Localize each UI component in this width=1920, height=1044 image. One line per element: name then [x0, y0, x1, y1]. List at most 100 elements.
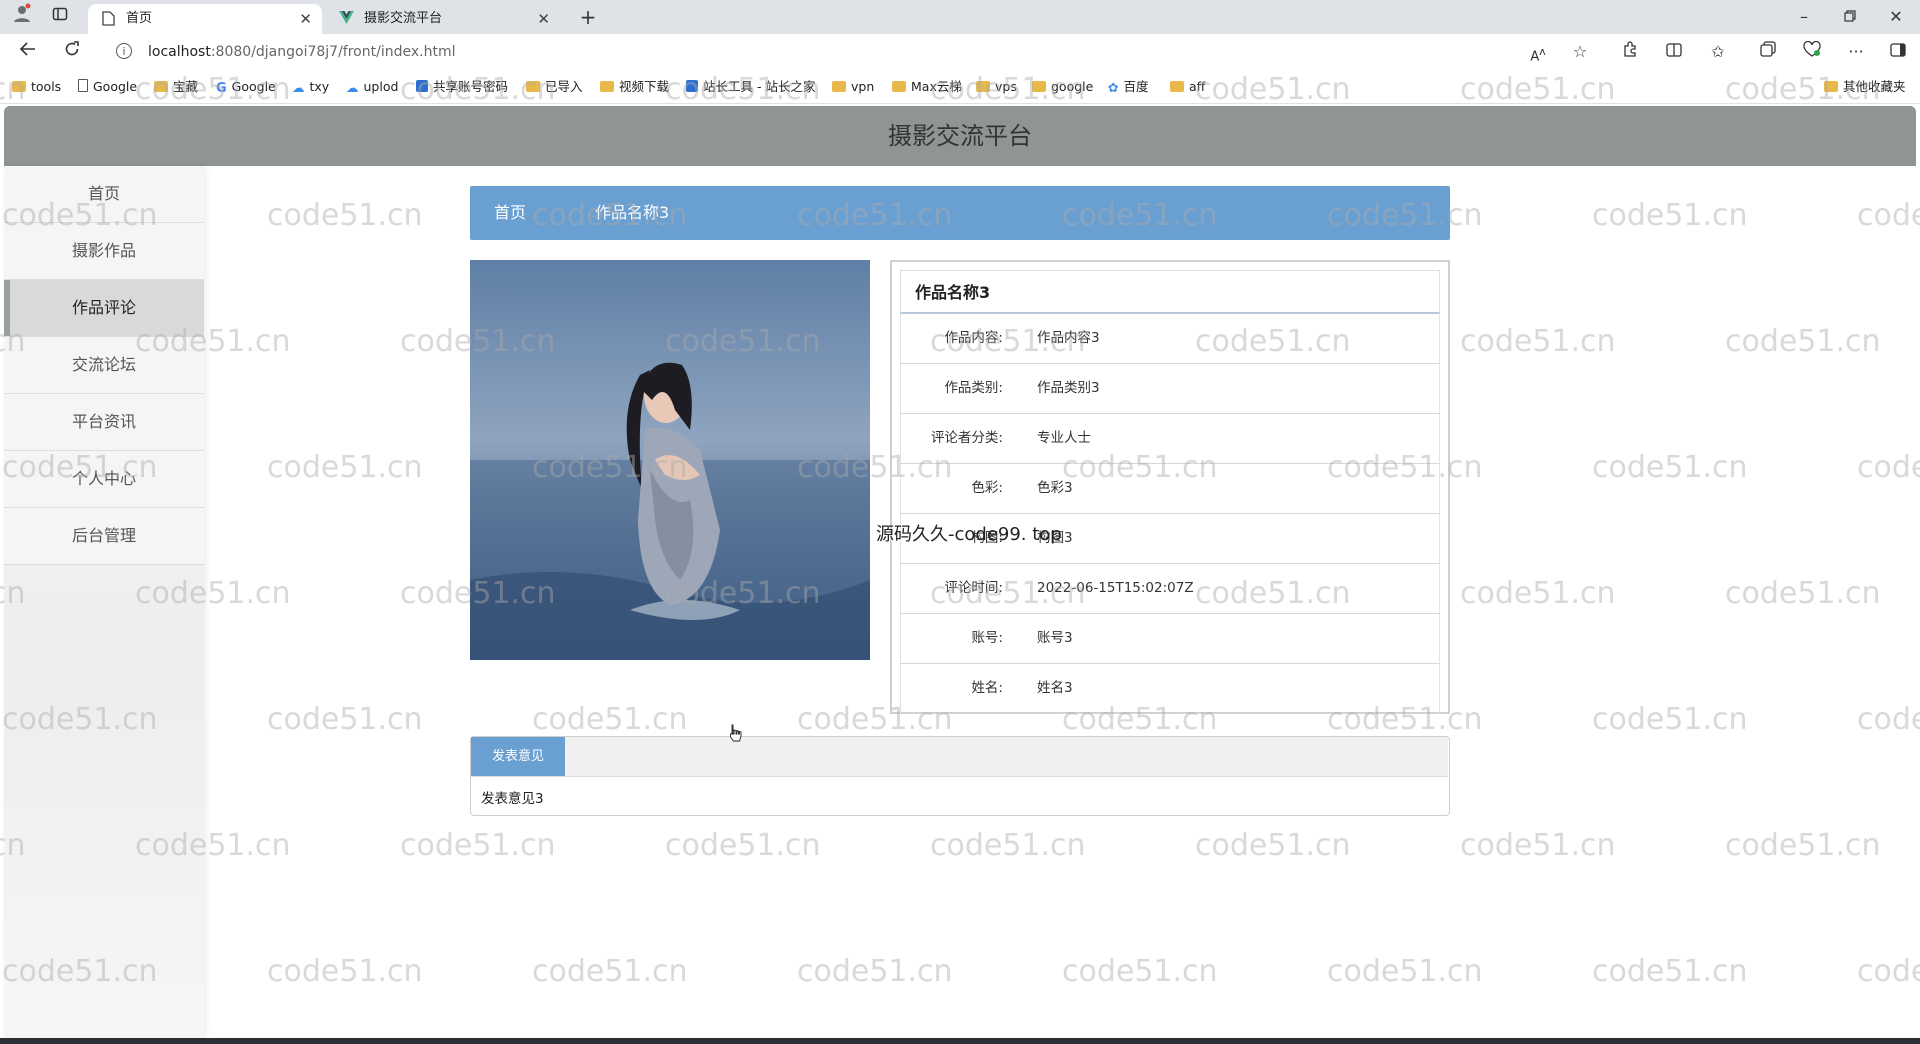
bookmark-baidu[interactable]: ✿ 百度 [1108, 70, 1149, 104]
collections-icon[interactable] [1754, 38, 1782, 66]
watermark-text: code51.cn [1857, 702, 1920, 737]
detail-value: 账号3 [1037, 630, 1073, 646]
work-detail-panel: 作品名称3 作品内容: 作品内容3 作品类别: 作品类别3 评论者分类: 专业人士 色… [890, 260, 1450, 714]
bookmark-max-ladder[interactable]: Max云梯 [892, 70, 962, 104]
close-tab-icon[interactable]: ✕ [299, 4, 312, 34]
vue-icon [338, 11, 354, 27]
sidebar-item-personal-center[interactable]: 个人中心 [4, 451, 204, 508]
cloud-icon: ☁ [292, 80, 305, 95]
bookmark-aff[interactable]: aff [1170, 70, 1205, 104]
favorite-star-icon[interactable]: ☆ [1566, 38, 1594, 66]
folder-icon [976, 81, 990, 92]
sidebar-item-work-comments[interactable]: 作品评论 [4, 280, 204, 337]
watermark-text: code51.cn [1592, 954, 1748, 989]
app-icon [416, 80, 428, 92]
bookmark-other-favorites[interactable]: 其他收藏夹 [1824, 70, 1906, 104]
close-tab-icon[interactable]: ✕ [537, 4, 550, 34]
watermark-text: code51.cn [267, 954, 423, 989]
split-screen-icon[interactable] [1660, 38, 1688, 66]
folder-icon [1824, 81, 1838, 92]
minimize-icon[interactable]: – [1790, 3, 1818, 31]
bookmark-webmaster-tools[interactable]: 站长工具 - 站长之家 [686, 70, 815, 104]
overlay-watermark-text: 源码久久-code99. top [876, 524, 1062, 545]
bookmark-imported[interactable]: 已导入 [526, 70, 583, 104]
bookmark-google-page[interactable]: Google [78, 70, 137, 104]
back-icon[interactable] [14, 38, 42, 66]
detail-label: 评论时间: [944, 580, 1003, 596]
breadcrumb-home-link[interactable]: 首页 [494, 186, 526, 240]
detail-row: 色彩: 色彩3 [900, 464, 1440, 514]
folder-icon [1170, 81, 1184, 92]
bookmark-vps[interactable]: vps [976, 70, 1017, 104]
new-tab-icon[interactable]: + [574, 3, 602, 31]
detail-value: 作品内容3 [1037, 330, 1100, 346]
extensions-icon[interactable] [1616, 38, 1644, 66]
comment-text: 发表意见3 [481, 791, 544, 807]
bookmark-shared-accounts[interactable]: 共享账号密码 [416, 70, 508, 104]
comment-panel: 发表意见 发表意见3 [470, 736, 1450, 816]
sidebar-toggle-icon[interactable] [1884, 38, 1912, 66]
bookmark-google[interactable]: G Google [216, 70, 276, 104]
bookmark-video-download[interactable]: 视频下载 [600, 70, 669, 104]
site-header: 摄影交流平台 [4, 106, 1916, 166]
browser-essentials-icon[interactable] [1798, 38, 1826, 66]
tab-comment[interactable]: 发表意见 [471, 737, 565, 776]
watermark-text: code51.cn [1857, 198, 1920, 233]
sidebar-item-admin[interactable]: 后台管理 [4, 508, 204, 565]
sidebar-item-home[interactable]: 首页 [4, 166, 204, 223]
watermark-text: code51.cn [1725, 576, 1881, 611]
bookmark-vpn[interactable]: vpn [832, 70, 874, 104]
restore-icon[interactable] [1836, 3, 1864, 31]
detail-label: 作品类别: [944, 380, 1003, 396]
read-aloud-icon[interactable]: Aʌ [1524, 38, 1552, 66]
watermark-text: code51.cn [267, 450, 423, 485]
favorites-icon[interactable]: ✩ [1704, 38, 1732, 66]
close-window-icon[interactable]: ✕ [1882, 3, 1910, 31]
reload-icon[interactable] [58, 38, 86, 66]
baidu-icon: ✿ [1108, 80, 1119, 95]
tab-label: 摄影交流平台 [364, 11, 443, 26]
folder-icon [832, 81, 846, 92]
detail-value: 专业人士 [1037, 430, 1091, 446]
bookmarks-bar: tools Google 宝藏 G Google ☁ txy ☁ uplod 共享账号… [0, 70, 1920, 104]
tab-photo-platform[interactable]: 摄影交流平台 ✕ [326, 4, 560, 34]
site-title: 摄影交流平台 [888, 122, 1032, 150]
more-menu-icon[interactable]: ··· [1842, 38, 1870, 66]
profile-icon[interactable] [8, 3, 36, 31]
sidebar-item-news[interactable]: 平台资讯 [4, 394, 204, 451]
watermark-text: code51.cn [267, 702, 423, 737]
folder-icon [12, 81, 26, 92]
watermark-text: code51.cn [665, 828, 821, 863]
app-icon [686, 80, 698, 92]
breadcrumb: 首页 作品名称3 [470, 186, 1450, 240]
tab-actions-icon[interactable] [46, 3, 74, 31]
address-bar[interactable]: i localhost:8080/djangoi78j7/front/index… [106, 38, 1596, 66]
breadcrumb-current: 作品名称3 [595, 203, 670, 222]
cloud-icon: ☁ [346, 80, 359, 95]
sidebar-item-photo-works[interactable]: 摄影作品 [4, 223, 204, 280]
detail-row: 评论者分类: 专业人士 [900, 414, 1440, 464]
watermark-text: code51.cn [1725, 828, 1881, 863]
detail-row: 姓名: 姓名3 [900, 664, 1440, 714]
folder-icon [154, 81, 168, 92]
bookmark-treasure[interactable]: 宝藏 [154, 70, 198, 104]
folder-icon [526, 81, 540, 92]
detail-row: 评论时间: 2022-06-15T15:02:07Z [900, 564, 1440, 614]
bookmark-uplod[interactable]: ☁ uplod [346, 70, 398, 104]
watermark-text: code51.cn [1460, 324, 1616, 359]
watermark-text: code51.cn [1062, 954, 1218, 989]
detail-value: 2022-06-15T15:02:07Z [1037, 580, 1194, 596]
taskbar [0, 1038, 1920, 1044]
watermark-text: code51.cn [1195, 828, 1351, 863]
bookmark-tools[interactable]: tools [12, 70, 61, 104]
tab-home[interactable]: 首页 ✕ [88, 4, 322, 34]
sidebar-item-forum[interactable]: 交流论坛 [4, 337, 204, 394]
bookmark-google-folder[interactable]: google [1032, 70, 1093, 104]
folder-icon [1032, 81, 1046, 92]
comment-header: 发表意见 [471, 737, 1448, 777]
watermark-text: code51.cn [930, 828, 1086, 863]
site-info-icon[interactable]: i [116, 43, 132, 59]
watermark-text: code51.cn [1592, 198, 1748, 233]
detail-row: 账号: 账号3 [900, 614, 1440, 664]
bookmark-txy[interactable]: ☁ txy [292, 70, 329, 104]
